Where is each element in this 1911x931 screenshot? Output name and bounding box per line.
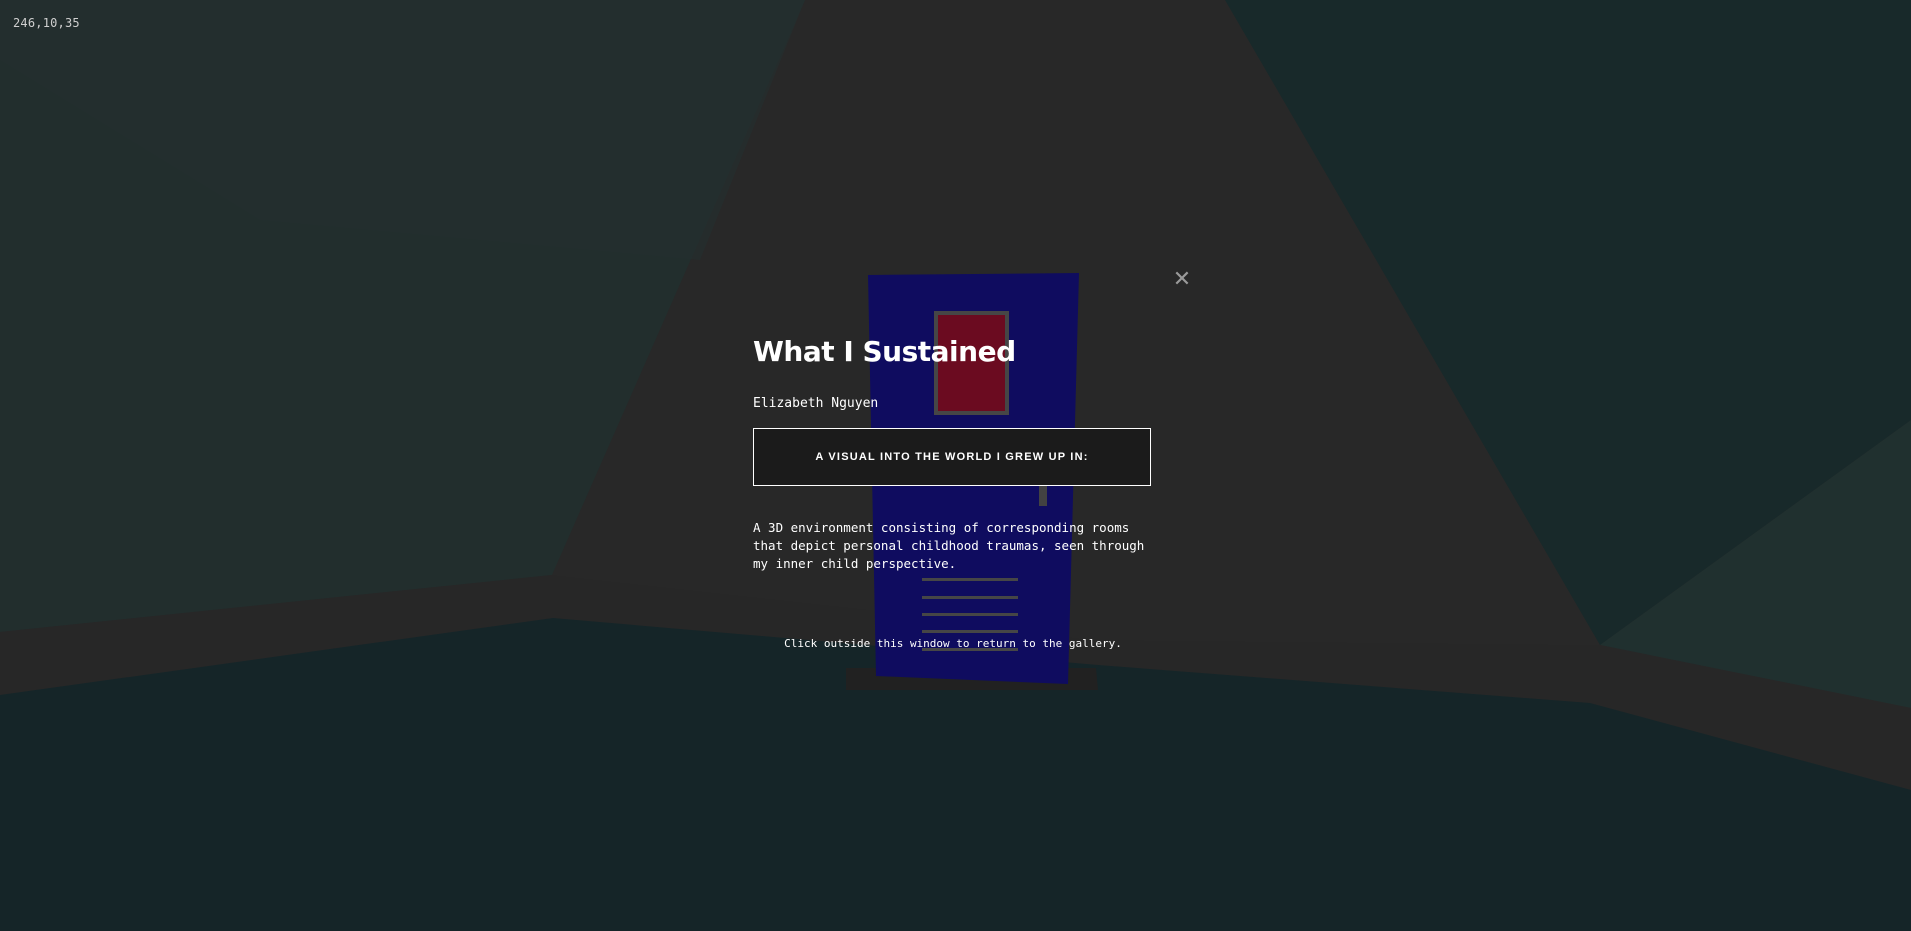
return-hint: Click outside this window to return to t… bbox=[784, 637, 1122, 650]
artwork-description: A 3D environment consisting of correspon… bbox=[753, 520, 1145, 571]
artist-name: Elizabeth Nguyen bbox=[753, 396, 879, 411]
modal-overlay[interactable]: ✕ What I Sustained Elizabeth Nguyen A VI… bbox=[0, 0, 1911, 931]
artwork-title: What I Sustained bbox=[753, 335, 1016, 368]
visit-world-button[interactable]: A VISUAL INTO THE WORLD I GREW UP IN: bbox=[753, 428, 1151, 486]
close-icon[interactable]: ✕ bbox=[1170, 268, 1194, 292]
